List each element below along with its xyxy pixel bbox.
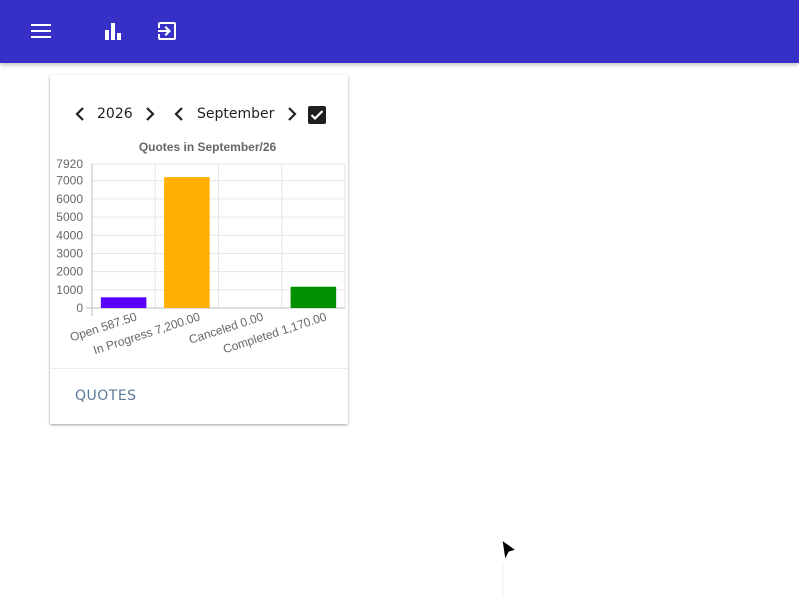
card-divider [50, 368, 348, 369]
y-tick-label: 1000 [56, 283, 83, 297]
y-tick-label: 6000 [56, 192, 83, 206]
x-tick-label: In Progress 7,200.00 [92, 309, 203, 357]
y-tick-label: 4000 [56, 228, 83, 242]
y-tick-label: 5000 [56, 210, 83, 224]
y-tick-label: 2000 [56, 265, 83, 279]
checkmark-icon [310, 110, 324, 121]
app-bar [0, 0, 799, 63]
mouse-cursor-icon [500, 538, 518, 605]
year-selector: 2026 [69, 101, 161, 127]
quotes-button[interactable]: QUOTES [75, 388, 137, 404]
menu-button[interactable] [26, 16, 56, 46]
quotes-bar-chart: Quotes in September/26 0 1000 2000 3000 4000 5… [56, 140, 346, 357]
quotes-chart: Quotes in September/26 0 1000 2000 3000 4000 5… [50, 136, 348, 368]
prev-year-button[interactable] [69, 101, 91, 127]
filter-checkbox[interactable] [308, 106, 326, 124]
chart-title: Quotes in September/26 [139, 140, 277, 154]
bar [100, 297, 147, 308]
exit-to-app-icon [158, 22, 176, 40]
chevron-right-icon [145, 107, 155, 121]
next-year-button[interactable] [139, 101, 161, 127]
chevron-left-icon [174, 107, 183, 121]
charts-button[interactable] [98, 16, 128, 46]
y-tick-label: 3000 [56, 246, 83, 260]
y-tick-label: 0 [76, 301, 83, 315]
logout-button[interactable] [152, 16, 182, 46]
prev-month-button[interactable] [168, 101, 190, 127]
month-selector: September [168, 101, 303, 127]
bar [164, 177, 210, 308]
y-tick-label: 7000 [56, 174, 83, 188]
next-month-button[interactable] [281, 101, 303, 127]
bar [290, 286, 337, 308]
menu-icon [31, 24, 51, 38]
month-value: September [197, 106, 275, 122]
chevron-right-icon [288, 107, 297, 121]
year-value: 2026 [97, 106, 133, 122]
bar-chart-icon [105, 23, 121, 40]
chevron-left-icon [75, 107, 84, 121]
y-tick-label: 7920 [56, 157, 83, 171]
